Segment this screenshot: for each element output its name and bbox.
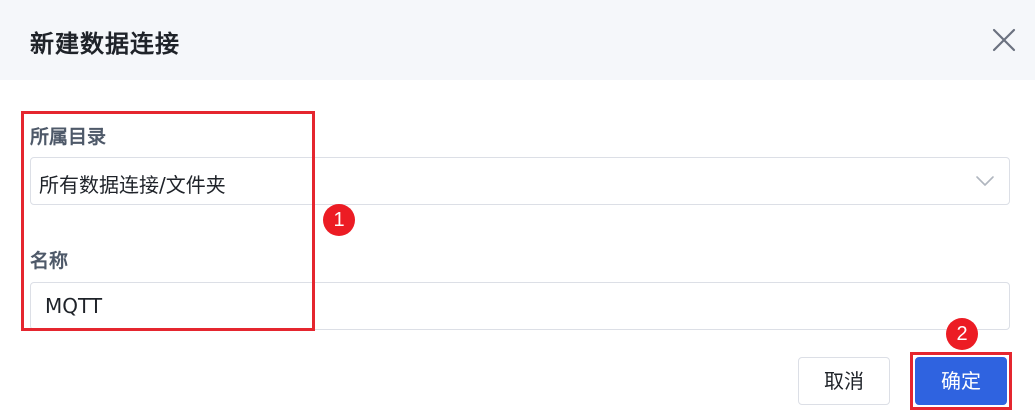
cancel-button[interactable]: 取消 [798,357,890,405]
annotation-badge-1: 1 [323,204,355,236]
close-icon [992,28,1016,52]
annotation-badge-2: 2 [946,318,978,350]
dialog-header: 新建数据连接 [0,0,1035,80]
close-button[interactable] [991,27,1017,53]
chevron-down-icon [976,176,994,186]
highlight-box-confirm [910,352,1012,410]
new-data-connection-dialog: 新建数据连接 所属目录 所有数据连接/文件夹 名称 MQTT 1 取消 确定 2 [0,0,1035,411]
dialog-title: 新建数据连接 [30,30,180,58]
highlight-box-form-fields [21,111,315,331]
